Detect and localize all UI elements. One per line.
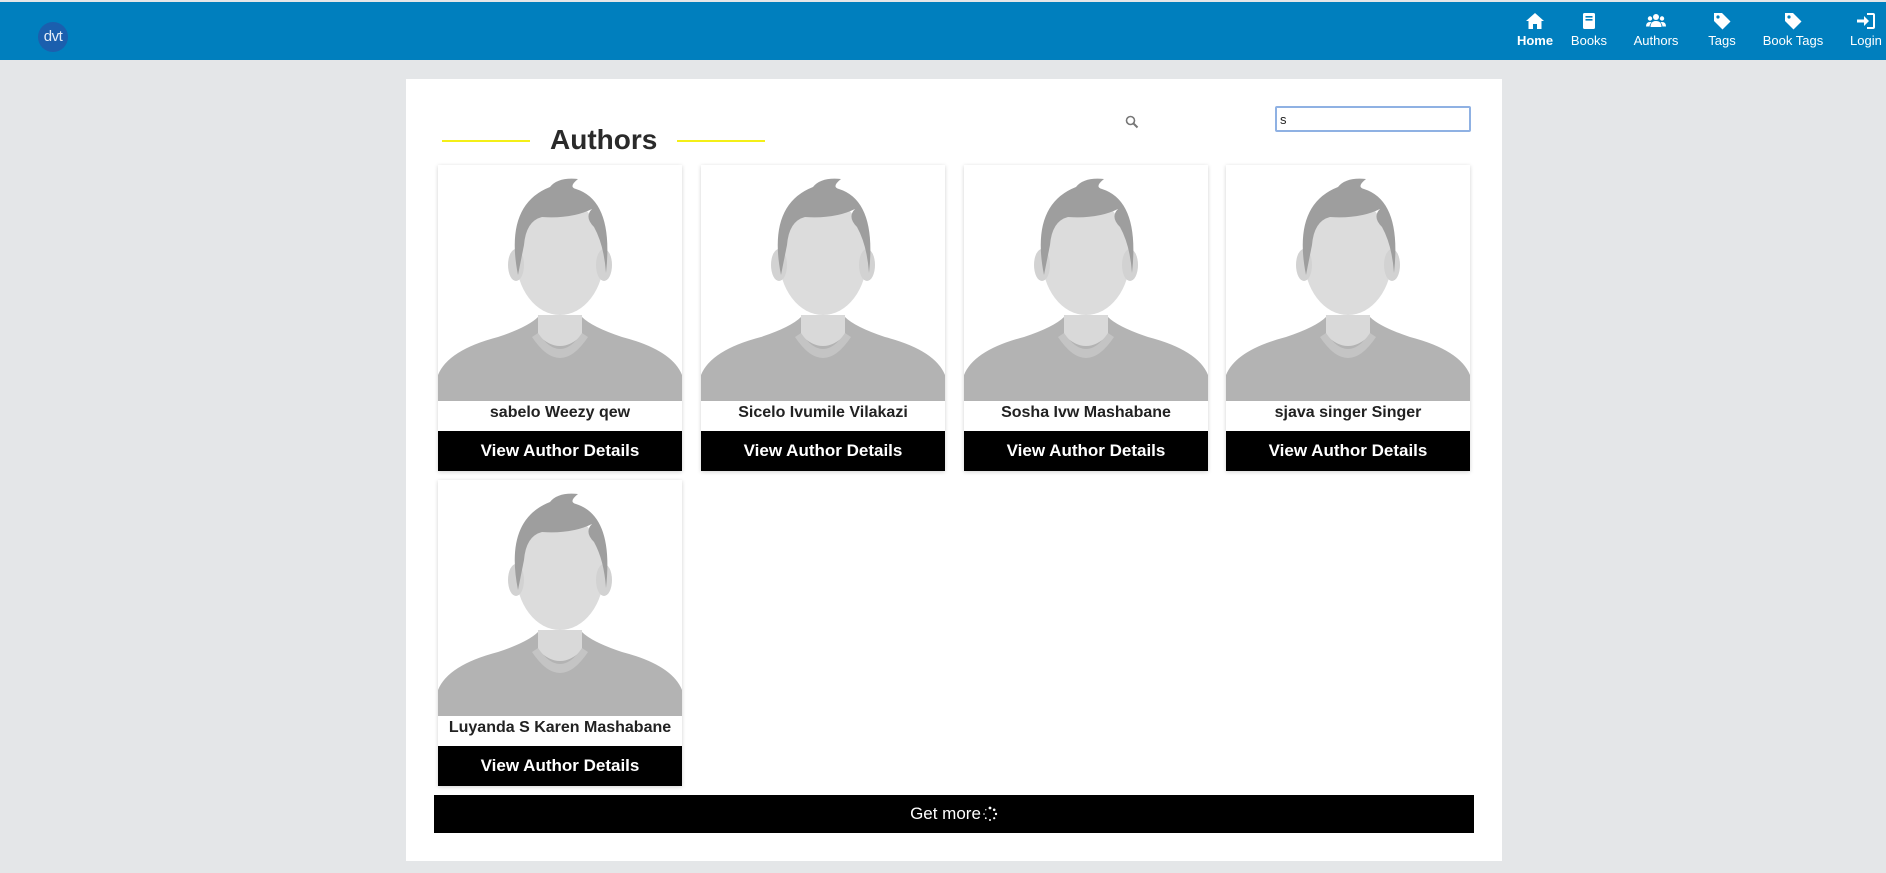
view-author-details-button[interactable]: View Author Details — [438, 746, 682, 786]
nav-login[interactable]: Login — [1846, 0, 1886, 58]
author-avatar — [438, 165, 682, 401]
author-avatar — [964, 165, 1208, 401]
author-card: Sicelo Ivumile Vilakazi View Author Deta… — [701, 165, 945, 471]
tag-icon — [1783, 11, 1803, 31]
author-card: Luyanda S Karen Mashabane View Author De… — [438, 480, 682, 786]
author-card: sjava singer Singer View Author Details — [1226, 165, 1470, 471]
nav-login-label: Login — [1850, 33, 1882, 48]
view-author-details-button[interactable]: View Author Details — [701, 431, 945, 471]
nav-home[interactable]: Home — [1505, 0, 1565, 58]
author-name: Sicelo Ivumile Vilakazi — [738, 404, 908, 421]
author-card: Sosha Ivw Mashabane View Author Details — [964, 165, 1208, 471]
sign-in-icon — [1856, 11, 1876, 31]
author-name: Sosha Ivw Mashabane — [1001, 404, 1171, 421]
author-name: Luyanda S Karen Mashabane — [448, 719, 672, 736]
get-more-button[interactable]: Get more — [434, 795, 1474, 833]
users-icon — [1646, 11, 1666, 31]
search-input[interactable] — [1275, 106, 1471, 132]
author-name: sjava singer Singer — [1274, 404, 1422, 421]
search-icon[interactable] — [1124, 114, 1140, 130]
author-avatar — [1226, 165, 1470, 401]
tag-icon — [1712, 11, 1732, 31]
loading-spinner-icon — [982, 798, 998, 821]
author-avatar — [701, 165, 945, 401]
title-decoration-right — [677, 140, 765, 142]
nav-authors-label: Authors — [1633, 33, 1679, 48]
nav-tags[interactable]: Tags — [1702, 0, 1742, 58]
author-card: sabelo Weezy qew View Author Details — [438, 165, 682, 471]
nav-book-tags-label: Book Tags — [1762, 33, 1824, 48]
nav-books-label: Books — [1570, 33, 1608, 48]
nav-books[interactable]: Books — [1568, 0, 1610, 58]
title-decoration-left — [442, 140, 530, 142]
get-more-label: Get more — [910, 804, 981, 823]
author-avatar — [438, 480, 682, 716]
book-icon — [1579, 11, 1599, 31]
page-title: Authors — [550, 124, 658, 155]
home-icon — [1525, 11, 1545, 31]
nav-tags-label: Tags — [1708, 33, 1736, 48]
dvt-logo[interactable]: dvt — [38, 22, 68, 52]
view-author-details-button[interactable]: View Author Details — [438, 431, 682, 471]
nav-book-tags[interactable]: Book Tags — [1760, 0, 1826, 58]
view-author-details-button[interactable]: View Author Details — [964, 431, 1208, 471]
nav-authors[interactable]: Authors — [1630, 0, 1682, 58]
author-name: sabelo Weezy qew — [489, 404, 631, 421]
view-author-details-button[interactable]: View Author Details — [1226, 431, 1470, 471]
nav-home-label: Home — [1516, 33, 1554, 48]
